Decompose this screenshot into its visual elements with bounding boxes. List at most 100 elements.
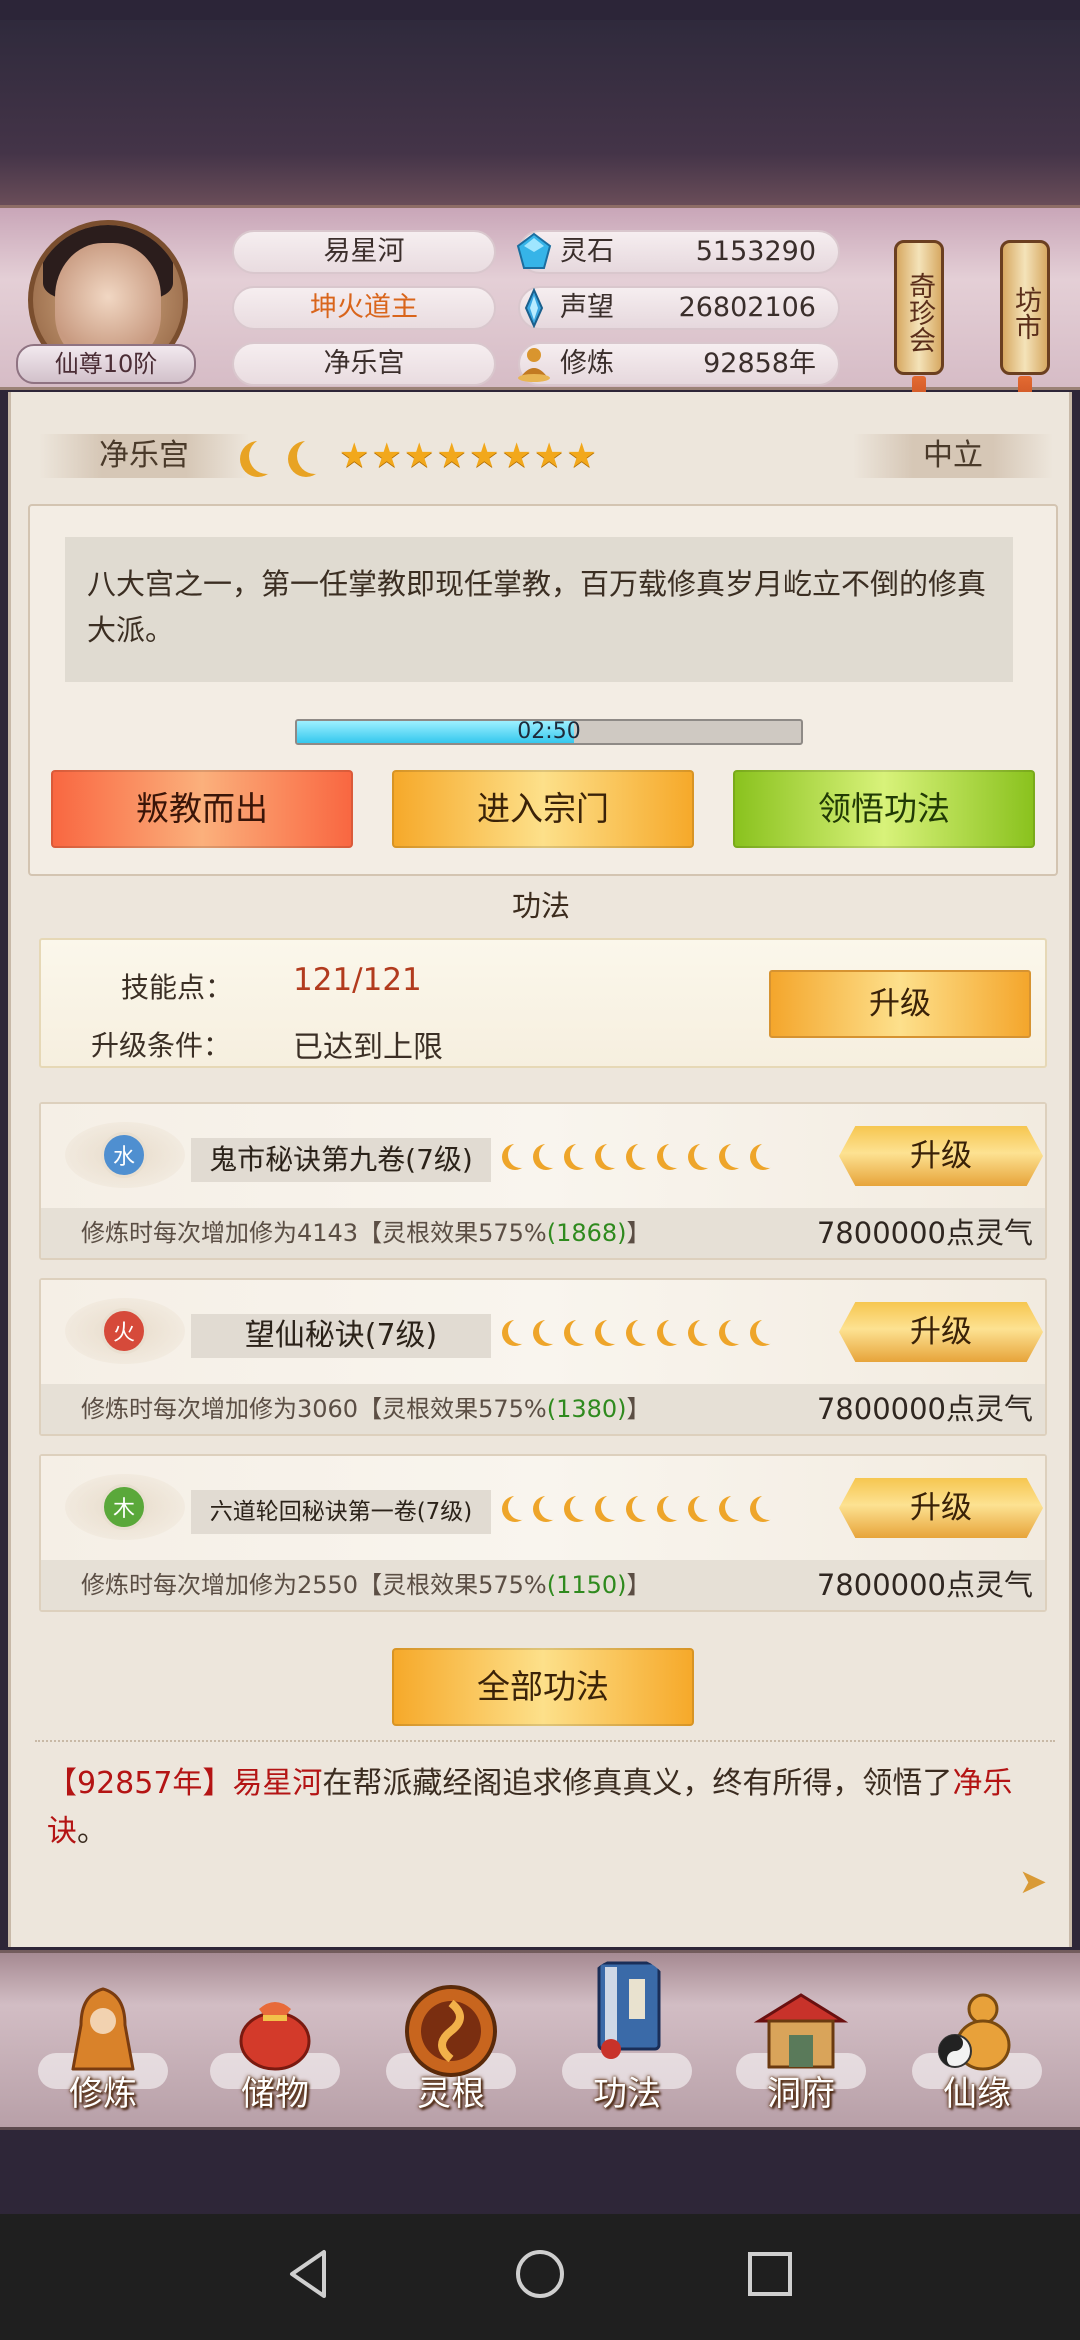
resource-cultivation: 修炼 92858年 xyxy=(518,342,840,386)
resource-value: 92858年 xyxy=(703,348,816,379)
moon-icon xyxy=(725,1142,751,1168)
treasure-fair-button[interactable]: 奇珍会 xyxy=(894,240,944,375)
moon-icon xyxy=(663,1494,689,1520)
sect-stance: 中立 xyxy=(853,434,1053,478)
upgrade-skill-button[interactable]: 升级 xyxy=(839,1126,1043,1186)
moon-icon xyxy=(249,438,285,474)
star-icon: ★ xyxy=(436,436,467,476)
moon-icon xyxy=(632,1318,658,1344)
star-icon: ★ xyxy=(566,436,597,476)
storage-bag-icon xyxy=(239,2002,311,2071)
log-text: 在帮派藏经阁追求修真真义，终有所得，领悟了 xyxy=(322,1766,953,1801)
log-player-name: 易星河 xyxy=(232,1766,323,1801)
moon-icon xyxy=(632,1494,658,1520)
skill-effect-text: 修炼时每次增加修为2550【灵根效果575% xyxy=(81,1571,547,1599)
resource-reputation: 声望 26802106 xyxy=(518,286,840,330)
nav-item-cave-house[interactable]: 洞府 xyxy=(726,1953,876,2133)
wood-element-icon: 木 xyxy=(101,1484,147,1530)
moon-icon xyxy=(601,1318,627,1344)
top-background xyxy=(0,20,1080,210)
resource-name: 灵石 xyxy=(560,236,614,267)
nav-label: 灵根 xyxy=(417,2074,485,2114)
resource-spirit-stone: 灵石 5153290 xyxy=(516,230,840,274)
resource-value: 5153290 xyxy=(695,236,816,267)
upgrade-skill-button[interactable]: 升级 xyxy=(839,1478,1043,1538)
star-icon: ★ xyxy=(403,436,435,476)
moon-icon xyxy=(694,1318,720,1344)
nav-label: 储物 xyxy=(241,2074,309,2114)
star-icon: ★ xyxy=(371,436,402,476)
moon-icon xyxy=(570,1142,596,1168)
skill-card: 水 鬼市秘诀第九卷(7级) 升级 修炼时每次增加修为4143【灵根效果575%(… xyxy=(39,1102,1047,1260)
nav-item-spirit-root[interactable]: 灵根 xyxy=(376,1953,526,2133)
skill-name: 望仙秘诀(7级) xyxy=(191,1314,491,1358)
back-icon[interactable] xyxy=(280,2244,340,2304)
upgrade-skill-button[interactable]: 升级 xyxy=(839,1302,1043,1362)
arrow-right-icon[interactable]: ➤ xyxy=(1013,1862,1053,1902)
skill-effect: 修炼时每次增加修为4143【灵根效果575%(1868)】 xyxy=(81,1208,651,1258)
skill-effect-text: 修炼时每次增加修为4143【灵根效果575% xyxy=(81,1219,547,1247)
resource-name: 声望 xyxy=(560,292,614,323)
nav-item-cultivate[interactable]: 修炼 xyxy=(28,1953,178,2133)
rank-badge: 仙尊10阶 xyxy=(16,344,196,384)
countdown-timer: 02:50 xyxy=(295,719,803,745)
sect-description: 八大宫之一，第一任掌教即现任掌教，百万载修真岁月屹立不倒的修真大派。 xyxy=(65,537,1013,682)
upgrade-condition-label: 升级条件： xyxy=(91,1029,232,1062)
moon-icon xyxy=(570,1318,596,1344)
comprehend-skill-button[interactable]: 领悟功法 xyxy=(733,770,1035,848)
moon-icon xyxy=(756,1494,782,1520)
star-icon: ★ xyxy=(468,436,500,476)
nav-item-storage[interactable]: 储物 xyxy=(200,1953,350,2133)
resource-name: 修炼 xyxy=(560,348,614,379)
skill-level-moons xyxy=(503,1318,782,1344)
skill-effect-end: 】 xyxy=(626,1395,651,1423)
nav-item-skills[interactable]: 功法 xyxy=(552,1953,702,2133)
nav-item-immortal-fate[interactable]: 仙缘 xyxy=(902,1953,1052,2133)
sect-main-panel: 净乐宫 ★ ★ ★ ★ ★ ★ ★ ★ 中立 八大宫之一，第一任掌教即现任掌教，… xyxy=(8,392,1072,1947)
moon-icon xyxy=(539,1318,565,1344)
skill-card: 火 望仙秘诀(7级) 升级 修炼时每次增加修为3060【灵根效果575%(138… xyxy=(39,1278,1047,1436)
player-sect: 净乐宫 xyxy=(232,342,496,386)
resource-value: 26802106 xyxy=(678,292,816,323)
recent-apps-icon[interactable] xyxy=(740,2244,800,2304)
skill-book-icon xyxy=(597,1961,661,2059)
reputation-icon xyxy=(524,288,544,328)
moon-icon xyxy=(601,1142,627,1168)
system-nav-bar xyxy=(0,2214,1080,2340)
skill-level-moons xyxy=(503,1494,782,1520)
betray-sect-button[interactable]: 叛教而出 xyxy=(51,770,353,848)
skill-effect-end: 】 xyxy=(626,1219,651,1247)
nav-label: 修炼 xyxy=(69,2074,137,2114)
skill-effect-bonus: (1150) xyxy=(546,1571,627,1599)
moon-icon xyxy=(694,1142,720,1168)
spirit-root-icon xyxy=(405,1985,497,2077)
star-icon: ★ xyxy=(533,436,565,476)
sect-name-label: 净乐宫 xyxy=(39,434,249,478)
upgrade-skill-points-button[interactable]: 升级 xyxy=(769,970,1031,1038)
skill-points-card: 技能点： 121/121 升级条件： 已达到上限 升级 xyxy=(39,938,1047,1068)
nav-label: 功法 xyxy=(593,2074,661,2114)
skill-points-value: 121/121 xyxy=(293,962,422,998)
upgrade-condition-value: 已达到上限 xyxy=(293,1030,443,1065)
timer-text: 02:50 xyxy=(517,719,581,744)
home-icon[interactable] xyxy=(510,2244,570,2304)
moon-icon xyxy=(756,1318,782,1344)
skill-effect-bonus: (1868) xyxy=(546,1219,627,1247)
moon-icon xyxy=(508,1494,534,1520)
immortal-fate-icon xyxy=(938,1993,1011,2071)
log-end: 。 xyxy=(77,1814,107,1849)
player-name: 易星河 xyxy=(232,230,496,274)
moon-icon xyxy=(297,438,333,474)
spirit-stone-icon xyxy=(516,232,552,269)
log-year: 【92857年】 xyxy=(47,1766,233,1801)
ornament-divider xyxy=(35,1740,1055,1752)
moon-icon xyxy=(663,1318,689,1344)
market-button[interactable]: 坊市 xyxy=(1000,240,1050,375)
enter-sect-button[interactable]: 进入宗门 xyxy=(392,770,694,848)
skill-cost: 7800000点灵气 xyxy=(816,1568,1033,1602)
skill-level-moons xyxy=(503,1142,782,1168)
all-skills-button[interactable]: 全部功法 xyxy=(392,1648,694,1726)
skill-name: 鬼市秘诀第九卷(7级) xyxy=(191,1138,491,1182)
skill-effect: 修炼时每次增加修为3060【灵根效果575%(1380)】 xyxy=(81,1384,651,1434)
bottom-nav: 修炼 储物 灵根 功法 洞府 仙缘 xyxy=(0,1950,1080,2130)
